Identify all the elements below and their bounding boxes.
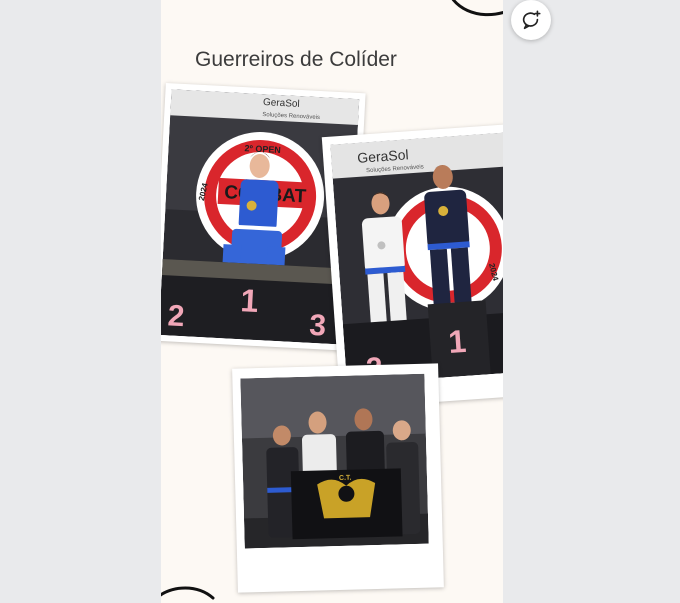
photo-team-group: C.T. <box>240 373 429 549</box>
photo-podium-pair: GeraSol Soluções Renováveis 2024 1 <box>330 131 503 384</box>
story-card: Guerreiros de Colíder GeraSol Soluções R… <box>161 0 503 603</box>
add-comment-button[interactable] <box>511 0 551 40</box>
podium-number-3: 3 <box>309 309 327 343</box>
add-comment-icon <box>522 10 541 30</box>
podium-number-1: 1 <box>447 323 467 360</box>
flag-text: C.T. <box>339 475 352 482</box>
event-edition: 2º OPEN <box>244 143 281 155</box>
banner-sponsor: GeraSol <box>263 97 300 110</box>
doodle-decoration <box>451 0 503 17</box>
podium-number-1: 1 <box>240 282 260 319</box>
story-title: Guerreiros de Colíder <box>195 48 397 71</box>
polaroid-photo-3[interactable]: C.T. <box>232 363 444 593</box>
podium-number-2: 2 <box>167 299 185 333</box>
doodle-decoration <box>161 586 215 600</box>
